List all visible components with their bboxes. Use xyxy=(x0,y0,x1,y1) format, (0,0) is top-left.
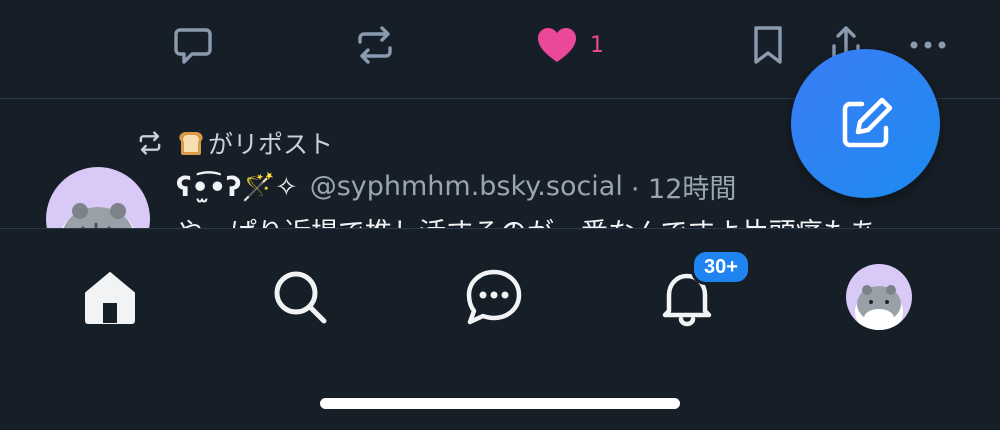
author-handle[interactable]: @syphmhm.bsky.social xyxy=(310,171,623,202)
home-icon xyxy=(85,272,135,324)
repost-button[interactable] xyxy=(352,20,398,70)
repost-label: がリポスト xyxy=(208,130,334,159)
tab-chat[interactable] xyxy=(462,265,526,329)
tab-search[interactable] xyxy=(268,265,332,329)
more-icon xyxy=(910,41,946,49)
post-text: やっぱり近場で推し活するのが一番なんですよ片頭痛もあ xyxy=(176,211,877,229)
more-button[interactable] xyxy=(906,20,950,70)
search-icon xyxy=(274,271,327,324)
heart-icon xyxy=(538,28,576,62)
like-button[interactable]: 1 xyxy=(534,20,604,70)
compose-icon xyxy=(842,97,892,147)
tab-home[interactable] xyxy=(78,265,142,329)
like-count: 1 xyxy=(590,32,604,58)
reply-button[interactable] xyxy=(170,20,216,70)
bookmark-icon xyxy=(754,26,782,64)
author-name[interactable]: ʕ•̫͡•ʔ🪄✧ xyxy=(176,171,298,203)
screen: 1 がリポスト ʕ•̫͡•ʔ🪄✧ @syphmhm.bsky.social · … xyxy=(0,0,1000,430)
author-line: ʕ•̫͡•ʔ🪄✧ @syphmhm.bsky.social · 12時間 xyxy=(176,167,736,206)
tab-profile-avatar[interactable] xyxy=(846,264,912,330)
bookmark-button[interactable] xyxy=(748,20,788,70)
hamster-avatar-icon xyxy=(855,285,903,330)
repost-indicator: がリポスト xyxy=(136,125,333,161)
home-indicator[interactable] xyxy=(320,398,680,409)
repost-icon xyxy=(139,131,161,155)
bottom-tab-bar: 30+ xyxy=(0,229,1000,430)
repost-icon xyxy=(358,26,392,64)
author-avatar[interactable] xyxy=(46,167,150,229)
compose-button[interactable] xyxy=(791,49,940,198)
chat-icon xyxy=(466,269,522,325)
notifications-badge: 30+ xyxy=(691,249,751,285)
bread-emoji-icon xyxy=(176,129,206,157)
post-time: · 12時間 xyxy=(630,174,737,205)
hamster-avatar-icon xyxy=(61,203,135,229)
reply-icon xyxy=(174,28,212,64)
